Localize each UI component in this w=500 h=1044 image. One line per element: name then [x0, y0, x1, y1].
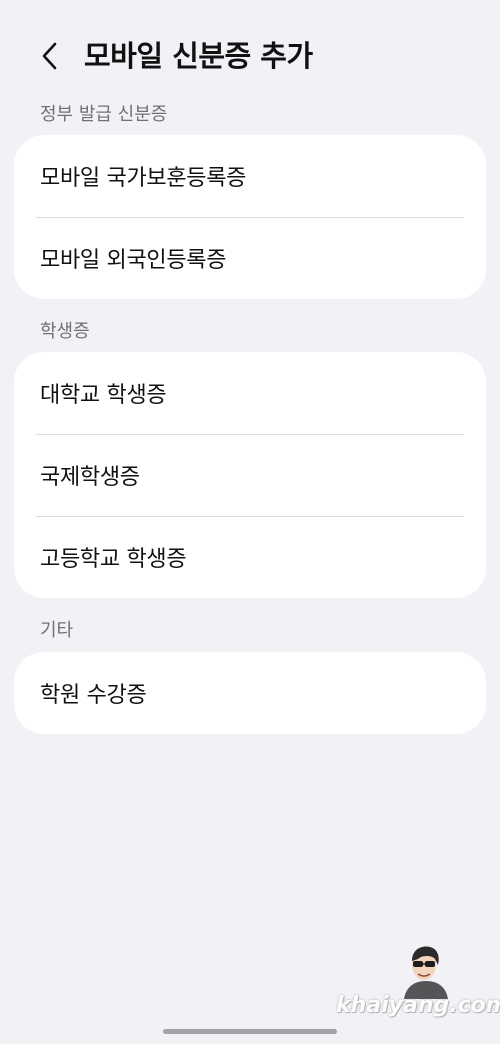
page-title: 모바일 신분증 추가	[84, 39, 313, 73]
card-government-id: 모바일 국가보훈등록증 모바일 외국인등록증	[14, 135, 486, 299]
section-label-government-id: 정부 발급 신분증	[40, 104, 168, 125]
chevron-left-icon	[42, 42, 57, 70]
list-item-academy-enrollment-card[interactable]: 학원 수강증	[14, 652, 486, 734]
list-item-university-student-id[interactable]: 대학교 학생증	[14, 352, 486, 434]
card-other: 학원 수강증	[14, 652, 486, 734]
list-item-high-school-student-id[interactable]: 고등학교 학생증	[14, 516, 486, 598]
section-label-student-id: 학생증	[40, 321, 90, 342]
list-item-foreigner-registration-card[interactable]: 모바일 외국인등록증	[14, 217, 486, 299]
list-item-label: 모바일 국가보훈등록증	[40, 166, 247, 191]
home-indicator[interactable]	[163, 1029, 337, 1034]
list-item-label: 고등학교 학생증	[40, 547, 187, 572]
list-item-label: 대학교 학생증	[40, 383, 167, 408]
list-item-veterans-registration-card[interactable]: 모바일 국가보훈등록증	[14, 135, 486, 217]
card-student-id: 대학교 학생증 국제학생증 고등학교 학생증	[14, 352, 486, 598]
watermark-text: khaiyang.com	[336, 993, 500, 1018]
list-item-international-student-id[interactable]: 국제학생증	[14, 434, 486, 516]
back-button[interactable]	[30, 36, 70, 76]
list-item-label: 국제학생증	[40, 465, 140, 490]
section-label-other: 기타	[40, 620, 74, 641]
list-item-label: 학원 수강증	[40, 683, 147, 708]
caricature-face-icon	[404, 946, 448, 999]
watermark: khaiyang.com	[336, 945, 500, 1018]
list-item-label: 모바일 외국인등록증	[40, 248, 227, 273]
app-header: 모바일 신분증 추가	[0, 22, 500, 92]
